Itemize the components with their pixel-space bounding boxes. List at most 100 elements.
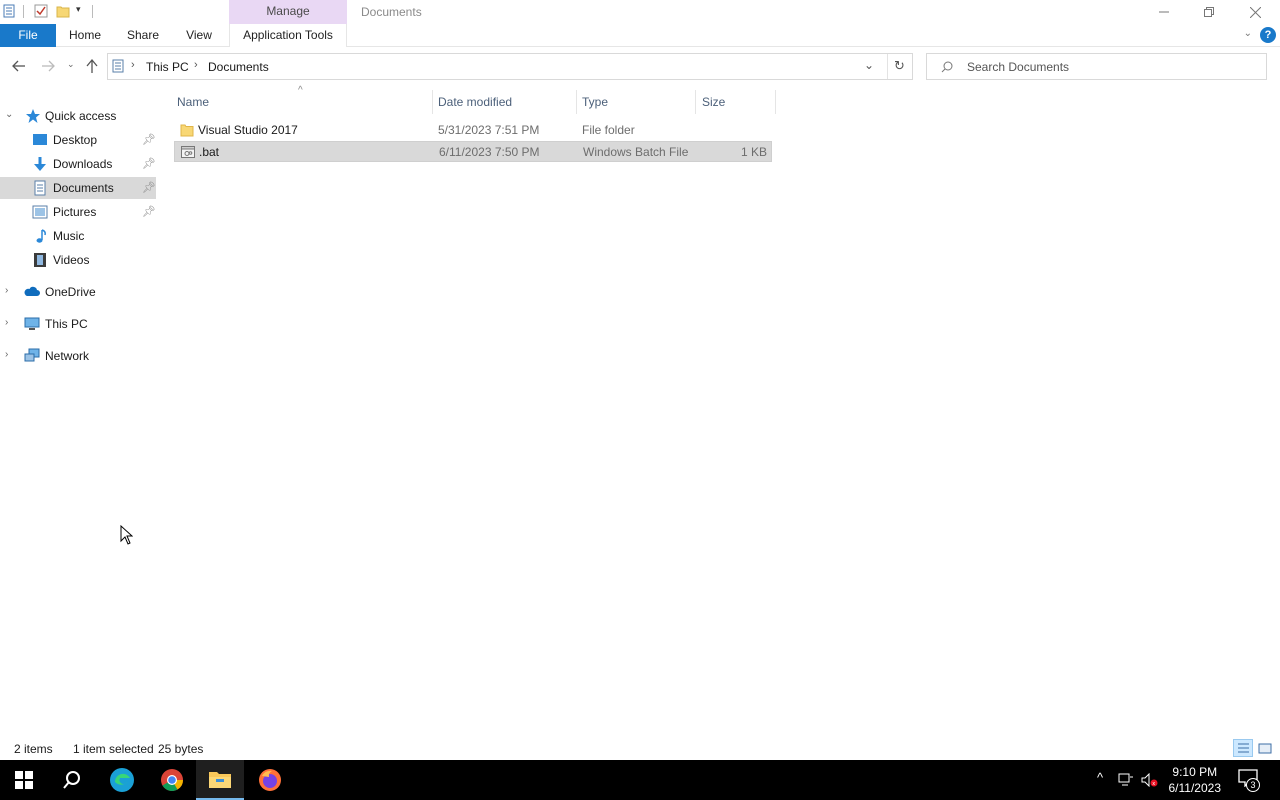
nav-item-music[interactable]: Music: [0, 225, 156, 247]
nav-item-pictures[interactable]: Pictures 📌︎: [0, 201, 156, 223]
pin-icon[interactable]: 📌︎: [142, 181, 156, 194]
nav-network[interactable]: › Network: [0, 345, 156, 367]
expand-ribbon-icon[interactable]: ⌄: [1244, 28, 1252, 39]
restore-button[interactable]: [1186, 0, 1232, 24]
tab-home[interactable]: Home: [60, 24, 110, 47]
tab-view[interactable]: View: [176, 24, 222, 47]
file-list: ^ Name Date modified Type Size Visual St…: [172, 85, 1280, 737]
edge-taskbar-button[interactable]: [98, 760, 146, 800]
cloud-icon: [24, 286, 40, 296]
column-divider[interactable]: [576, 90, 577, 114]
nav-label: OneDrive: [45, 285, 96, 299]
recent-locations-icon[interactable]: ⌄: [67, 59, 75, 70]
nav-onedrive[interactable]: › OneDrive: [0, 281, 156, 303]
column-divider[interactable]: [432, 90, 433, 114]
file-explorer-icon: [209, 772, 231, 788]
windows-icon: [15, 771, 33, 789]
large-icons-view-icon: [1258, 743, 1272, 754]
column-header-type[interactable]: Type: [582, 95, 608, 109]
up-icon[interactable]: [86, 59, 98, 73]
search-taskbar-button[interactable]: [48, 760, 96, 800]
nav-this-pc[interactable]: › This PC: [0, 313, 156, 335]
file-explorer-taskbar-button[interactable]: [196, 760, 244, 800]
search-box[interactable]: [926, 53, 1267, 80]
start-button[interactable]: [0, 760, 48, 800]
details-view-button[interactable]: [1233, 739, 1253, 757]
close-button[interactable]: [1232, 0, 1278, 24]
breadcrumb-this-pc[interactable]: This PC: [146, 60, 189, 74]
breadcrumb-separator-icon[interactable]: ›: [131, 59, 135, 71]
chrome-taskbar-button[interactable]: [148, 760, 196, 800]
new-folder-icon[interactable]: [56, 4, 70, 18]
videos-icon: [34, 253, 46, 267]
notifications-button[interactable]: 3: [1238, 769, 1260, 792]
forward-icon[interactable]: [41, 60, 55, 72]
customize-toolbar-icon[interactable]: ▾: [76, 4, 81, 15]
clock[interactable]: 9:10 PM 6/11/2023: [1169, 764, 1222, 796]
pin-icon[interactable]: 📌︎: [142, 205, 156, 218]
pin-icon[interactable]: 📌︎: [142, 133, 156, 146]
firefox-taskbar-button[interactable]: [246, 760, 294, 800]
column-divider[interactable]: [695, 90, 696, 114]
nav-label: Videos: [53, 253, 90, 267]
divider: [887, 54, 888, 79]
batch-file-icon: [181, 146, 195, 158]
address-dropdown-icon[interactable]: ⌄: [864, 58, 874, 72]
restore-icon: [1204, 7, 1214, 17]
file-row[interactable]: Visual Studio 2017 5/31/2023 7:51 PM Fil…: [174, 120, 772, 141]
volume-muted-icon[interactable]: x: [1141, 773, 1159, 787]
check-properties-icon[interactable]: [34, 4, 48, 18]
column-divider[interactable]: [775, 90, 776, 114]
tab-application-tools[interactable]: Application Tools: [229, 24, 347, 47]
taskbar: ^ x 9:10 PM 6/11/2023 3: [0, 760, 1280, 800]
file-row[interactable]: .bat 6/11/2023 7:50 PM Windows Batch Fil…: [174, 141, 772, 162]
refresh-icon[interactable]: ↻: [894, 58, 905, 74]
divider: [92, 5, 93, 18]
breadcrumb-separator-icon[interactable]: ›: [194, 59, 198, 71]
notification-count-badge: 3: [1246, 778, 1260, 792]
documents-location-icon: [112, 59, 124, 73]
nav-item-videos[interactable]: Videos: [0, 249, 156, 271]
back-icon[interactable]: [12, 60, 26, 72]
nav-label: Music: [53, 229, 85, 243]
tab-share[interactable]: Share: [118, 24, 168, 47]
documents-icon: [34, 180, 46, 196]
nav-label: Pictures: [53, 205, 97, 219]
expand-icon[interactable]: ›: [5, 349, 8, 360]
close-icon: [1249, 6, 1261, 18]
show-hidden-icons-icon[interactable]: ^: [1097, 770, 1103, 785]
tab-manage[interactable]: Manage: [229, 0, 347, 24]
nav-item-desktop[interactable]: Desktop 📌︎: [0, 129, 156, 151]
search-icon: [63, 771, 80, 789]
address-bar[interactable]: › This PC › Documents ⌄ ↻: [107, 53, 913, 80]
divider: [23, 5, 24, 18]
network-status-icon[interactable]: [1118, 773, 1134, 787]
file-date: 5/31/2023 7:51 PM: [438, 123, 540, 137]
column-header-date[interactable]: Date modified: [438, 95, 512, 109]
expand-icon[interactable]: ›: [5, 317, 8, 328]
nav-label: Quick access: [45, 109, 117, 123]
large-icons-view-button[interactable]: [1256, 739, 1276, 757]
breadcrumb-documents[interactable]: Documents: [208, 60, 269, 74]
collapse-icon[interactable]: ⌄: [5, 109, 13, 120]
nav-label: This PC: [45, 317, 88, 331]
file-name: Visual Studio 2017: [198, 123, 298, 137]
expand-icon[interactable]: ›: [5, 285, 8, 296]
nav-item-downloads[interactable]: Downloads 📌︎: [0, 153, 156, 175]
chrome-icon: [161, 769, 183, 791]
column-header-name[interactable]: Name: [177, 95, 209, 109]
selection-size: 25 bytes: [158, 742, 204, 756]
properties-icon[interactable]: [3, 4, 15, 18]
column-header-size[interactable]: Size: [702, 95, 725, 109]
nav-item-documents[interactable]: Documents 📌︎: [0, 177, 156, 199]
status-bar: 2 items 1 item selected 25 bytes: [0, 737, 1280, 760]
help-icon[interactable]: ?: [1260, 27, 1276, 43]
minimize-button[interactable]: [1141, 0, 1187, 24]
file-name: .bat: [199, 145, 220, 159]
pin-icon[interactable]: 📌︎: [142, 157, 156, 170]
search-input[interactable]: [967, 60, 1257, 74]
nav-quick-access[interactable]: ⌄ Quick access: [0, 105, 156, 127]
sort-ascending-icon: ^: [298, 85, 303, 96]
file-type: File folder: [582, 123, 635, 137]
tab-file[interactable]: File: [0, 24, 56, 47]
